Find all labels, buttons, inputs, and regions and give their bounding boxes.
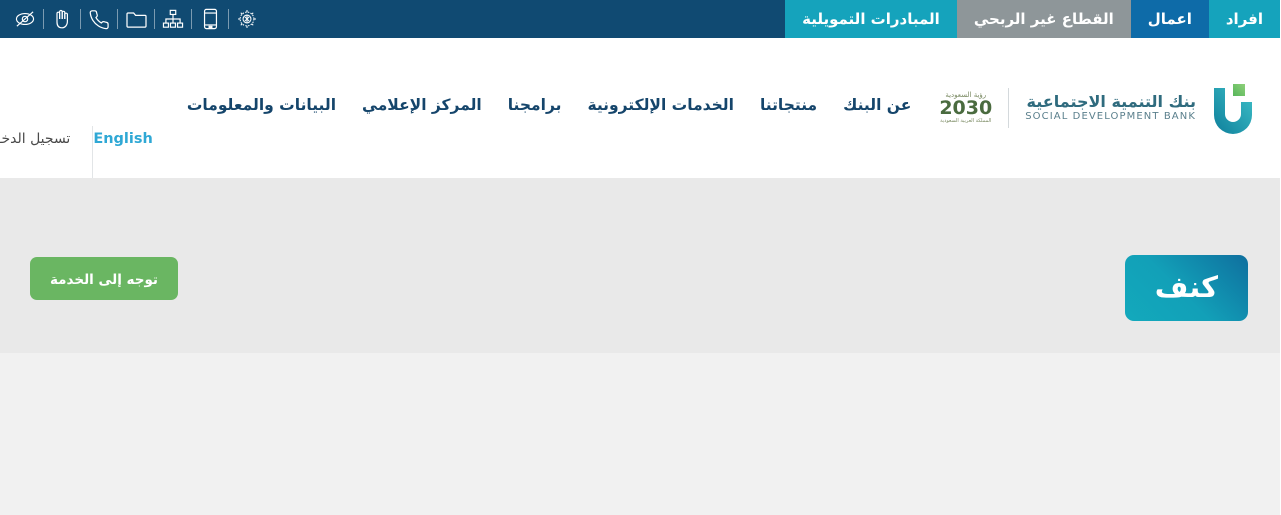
brand-text: بنك التنمية الاجتماعية SOCIAL DEVELOPMEN… bbox=[1026, 92, 1197, 123]
sector-tab-individuals[interactable]: افراد bbox=[1209, 0, 1281, 38]
hero-band: كنف توجه إلى الخدمة bbox=[0, 178, 1281, 353]
nav-item-media-center[interactable]: المركز الإعلامي bbox=[363, 96, 483, 114]
nav-item-about-bank[interactable]: عن البنك bbox=[844, 96, 912, 114]
nav-item-our-programs[interactable]: برامجنا bbox=[509, 96, 563, 114]
header-tools: English تسجيل الدخول bbox=[0, 38, 188, 182]
login-label: تسجيل الدخول bbox=[0, 131, 72, 147]
sector-tab-business[interactable]: اعمال bbox=[1131, 0, 1210, 38]
page-body: منتجاتنا/منتجات الأفراد/التمويل الاجتماع… bbox=[0, 353, 1281, 515]
accessibility-icon-group bbox=[0, 0, 266, 38]
nav-item-data-information[interactable]: البيانات والمعلومات bbox=[188, 96, 337, 114]
sdb-logo-icon bbox=[1209, 82, 1253, 134]
phone-icon[interactable] bbox=[82, 0, 118, 38]
go-to-service-button[interactable]: توجه إلى الخدمة bbox=[31, 257, 179, 300]
page-body-background bbox=[0, 353, 1281, 515]
sector-tab-business-label: اعمال bbox=[1148, 10, 1193, 28]
nav-item-our-products[interactable]: منتجاتنا bbox=[761, 96, 818, 114]
main-navigation: عن البنك منتجاتنا الخدمات الإلكترونية بر… bbox=[188, 38, 912, 114]
sector-tabs: افراد اعمال القطاع غير الربحي المبادرات … bbox=[786, 0, 1281, 38]
product-title: كنف bbox=[1155, 270, 1219, 304]
sitemap-icon[interactable] bbox=[156, 0, 192, 38]
language-toggle[interactable]: English bbox=[94, 131, 188, 147]
sector-tab-nonprofit[interactable]: القطاع غير الربحي bbox=[957, 0, 1132, 38]
sector-tab-financing-initiatives-label: المبادرات التمويلية bbox=[803, 10, 941, 28]
sector-tab-nonprofit-label: القطاع غير الربحي bbox=[974, 10, 1115, 28]
divider bbox=[93, 126, 95, 182]
product-title-badge: كنف bbox=[1125, 255, 1249, 321]
saudi-emblem-icon[interactable] bbox=[230, 0, 266, 38]
folder-icon[interactable] bbox=[119, 0, 155, 38]
brand-logo[interactable]: بنك التنمية الاجتماعية SOCIAL DEVELOPMEN… bbox=[940, 38, 1281, 134]
go-to-service-label: توجه إلى الخدمة bbox=[51, 272, 159, 288]
sign-language-icon[interactable] bbox=[45, 0, 81, 38]
vision-subtitle: المملكة العربية السعودية bbox=[941, 118, 993, 124]
brand-name-arabic: بنك التنمية الاجتماعية bbox=[1027, 92, 1197, 112]
top-utility-bar: افراد اعمال القطاع غير الربحي المبادرات … bbox=[0, 0, 1281, 38]
sector-tab-individuals-label: افراد bbox=[1226, 10, 1264, 28]
site-header: بنك التنمية الاجتماعية SOCIAL DEVELOPMEN… bbox=[0, 38, 1281, 182]
brand-name-english: SOCIAL DEVELOPMENT BANK bbox=[1026, 111, 1197, 123]
divider bbox=[1009, 88, 1011, 128]
sector-tab-financing-initiatives[interactable]: المبادرات التمويلية bbox=[786, 0, 958, 38]
nav-item-e-services[interactable]: الخدمات الإلكترونية bbox=[588, 96, 735, 114]
vision-number: 2030 bbox=[940, 97, 994, 119]
eye-slash-icon[interactable] bbox=[8, 0, 44, 38]
login-button[interactable]: تسجيل الدخول bbox=[0, 131, 93, 147]
vision-2030-logo: رؤية السعودية 2030 المملكة العربية السعو… bbox=[940, 92, 993, 124]
mobile-icon[interactable] bbox=[193, 0, 229, 38]
